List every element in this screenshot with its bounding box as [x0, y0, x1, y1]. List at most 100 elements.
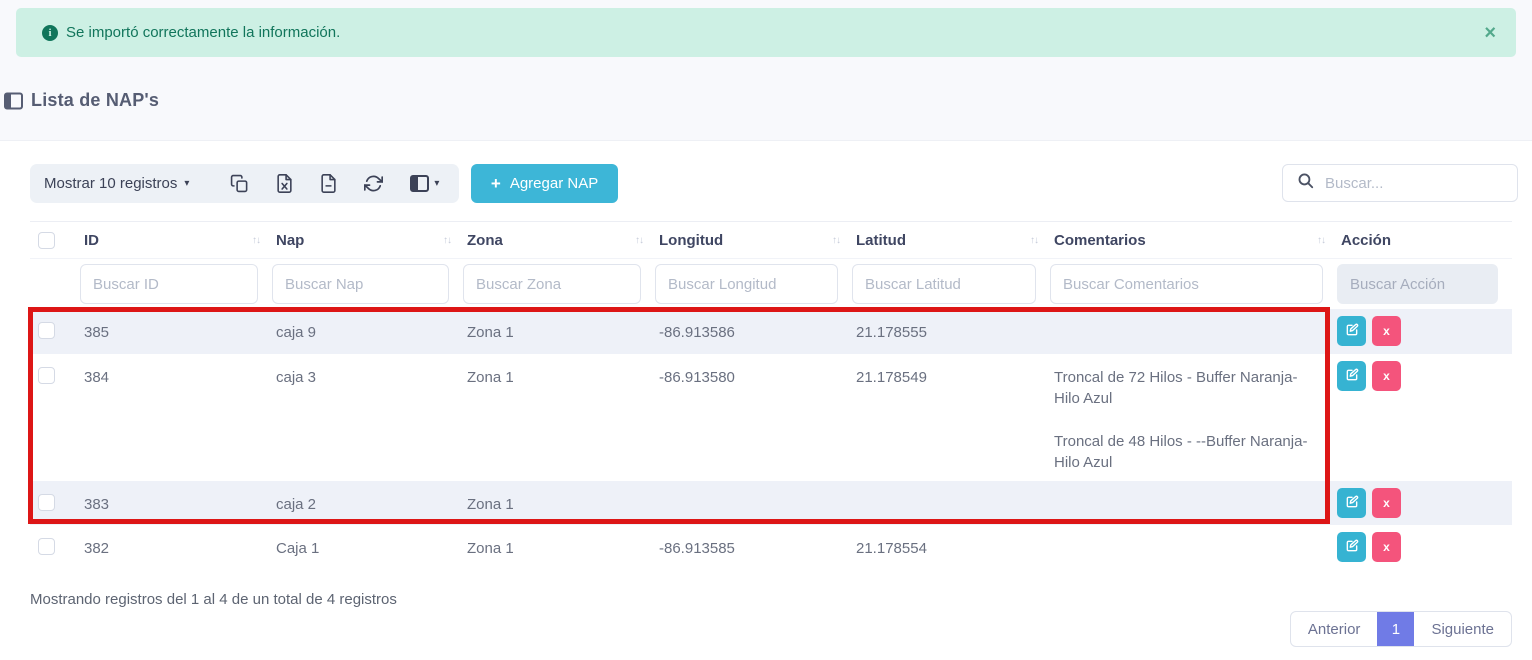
column-header-latitud[interactable]: Latitud↑↓	[852, 232, 1050, 249]
cell-actions: x	[1337, 481, 1512, 518]
delete-button[interactable]: x	[1372, 488, 1401, 518]
chevron-down-icon: ▾	[184, 178, 189, 189]
search-box	[1282, 164, 1518, 202]
row-checkbox[interactable]	[38, 494, 55, 511]
filter-accion-input	[1337, 264, 1498, 304]
pagination-prev[interactable]: Anterior	[1291, 612, 1378, 646]
cell-zona: Zona 1	[463, 525, 655, 567]
info-icon: i	[42, 25, 58, 41]
sort-icon: ↑↓	[635, 235, 643, 246]
table-layout-icon	[4, 92, 23, 110]
edit-button[interactable]	[1337, 532, 1366, 562]
edit-icon	[1345, 323, 1359, 340]
pagination: Anterior 1 Siguiente	[1290, 611, 1512, 647]
edit-icon	[1345, 368, 1359, 385]
cell-id: 384	[80, 354, 272, 396]
refresh-icon	[364, 174, 383, 193]
row-checkbox[interactable]	[38, 367, 55, 384]
edit-button[interactable]	[1337, 316, 1366, 346]
cell-actions: x	[1337, 354, 1512, 391]
edit-button[interactable]	[1337, 488, 1366, 518]
cell-nap: caja 3	[272, 354, 463, 396]
edit-icon	[1345, 495, 1359, 512]
plus-icon: +	[491, 175, 501, 192]
cell-longitud: -86.913585	[655, 525, 852, 567]
toolbar: Mostrar 10 registros ▾	[30, 164, 1518, 203]
nap-table: ID↑↓ Nap↑↓ Zona↑↓ Longitud↑↓ Latitud↑↓ C…	[30, 221, 1512, 569]
page-title: Lista de NAP's	[31, 90, 159, 111]
filter-zona-input[interactable]	[463, 264, 641, 304]
sort-icon: ↑↓	[443, 235, 451, 246]
card: Mostrar 10 registros ▾	[0, 140, 1532, 660]
filter-id-input[interactable]	[80, 264, 258, 304]
cell-longitud: -86.913586	[655, 309, 852, 351]
chevron-down-icon: ▾	[434, 178, 439, 189]
copy-button[interactable]	[230, 174, 249, 193]
select-all-checkbox[interactable]	[38, 232, 55, 249]
cell-id: 385	[80, 309, 272, 351]
cell-zona: Zona 1	[463, 309, 655, 351]
records-info: Mostrando registros del 1 al 4 de un tot…	[30, 591, 397, 608]
sort-icon: ↑↓	[252, 235, 260, 246]
pagination-page-1[interactable]: 1	[1377, 612, 1414, 646]
cell-comentarios	[1050, 525, 1337, 546]
table-header-row: ID↑↓ Nap↑↓ Zona↑↓ Longitud↑↓ Latitud↑↓ C…	[30, 221, 1512, 259]
table-filter-row	[30, 259, 1512, 309]
document-icon	[320, 174, 337, 193]
column-header-id[interactable]: ID↑↓	[80, 232, 272, 249]
column-header-longitud[interactable]: Longitud↑↓	[655, 232, 852, 249]
excel-file-icon	[276, 174, 293, 193]
cell-nap: Caja 1	[272, 525, 463, 567]
edit-button[interactable]	[1337, 361, 1366, 391]
toolbar-strip: Mostrar 10 registros ▾	[30, 164, 459, 203]
row-checkbox[interactable]	[38, 322, 55, 339]
sort-icon: ↑↓	[1317, 235, 1325, 246]
show-entries-dropdown[interactable]: Mostrar 10 registros ▾	[44, 175, 189, 192]
cell-nap: caja 2	[272, 481, 463, 523]
x-icon: x	[1383, 540, 1390, 554]
add-nap-button[interactable]: + Agregar NAP	[471, 164, 618, 203]
comment-line: Troncal de 48 Hilos - --Buffer Naranja- …	[1054, 431, 1323, 473]
cell-zona: Zona 1	[463, 481, 655, 523]
filter-longitud-input[interactable]	[655, 264, 838, 304]
sort-icon: ↑↓	[1030, 235, 1038, 246]
cell-nap: caja 9	[272, 309, 463, 351]
cell-id: 382	[80, 525, 272, 567]
delete-button[interactable]: x	[1372, 316, 1401, 346]
header-checkbox-cell	[30, 232, 80, 249]
cell-longitud: -86.913580	[655, 354, 852, 396]
edit-icon	[1345, 539, 1359, 556]
alert-message: Se importó correctamente la información.	[66, 24, 340, 41]
x-icon: x	[1383, 369, 1390, 383]
cell-actions: x	[1337, 309, 1512, 346]
column-visibility-button[interactable]: ▾	[410, 175, 439, 192]
cell-latitud	[852, 481, 1050, 502]
delete-button[interactable]: x	[1372, 532, 1401, 562]
close-icon[interactable]: ×	[1484, 23, 1496, 43]
pagination-next[interactable]: Siguiente	[1414, 612, 1511, 646]
filter-latitud-input[interactable]	[852, 264, 1036, 304]
filter-comentarios-input[interactable]	[1050, 264, 1323, 304]
cell-actions: x	[1337, 525, 1512, 562]
copy-icon	[230, 174, 249, 193]
cell-zona: Zona 1	[463, 354, 655, 396]
page-header: Lista de NAP's	[4, 90, 159, 111]
column-header-comentarios[interactable]: Comentarios↑↓	[1050, 232, 1337, 249]
row-checkbox[interactable]	[38, 538, 55, 555]
filter-nap-input[interactable]	[272, 264, 449, 304]
column-header-zona[interactable]: Zona↑↓	[463, 232, 655, 249]
add-nap-label: Agregar NAP	[510, 175, 598, 192]
column-header-accion: Acción	[1337, 232, 1512, 249]
refresh-button[interactable]	[364, 174, 383, 193]
file-export-button[interactable]	[320, 174, 337, 193]
cell-comentarios	[1050, 309, 1337, 330]
cell-latitud: 21.178554	[852, 525, 1050, 567]
cell-longitud	[655, 481, 852, 502]
search-input[interactable]	[1325, 175, 1524, 192]
table-row: 385 caja 9 Zona 1 -86.913586 21.178555 x	[30, 309, 1512, 354]
sort-icon: ↑↓	[832, 235, 840, 246]
cell-id: 383	[80, 481, 272, 523]
column-header-nap[interactable]: Nap↑↓	[272, 232, 463, 249]
delete-button[interactable]: x	[1372, 361, 1401, 391]
excel-export-button[interactable]	[276, 174, 293, 193]
